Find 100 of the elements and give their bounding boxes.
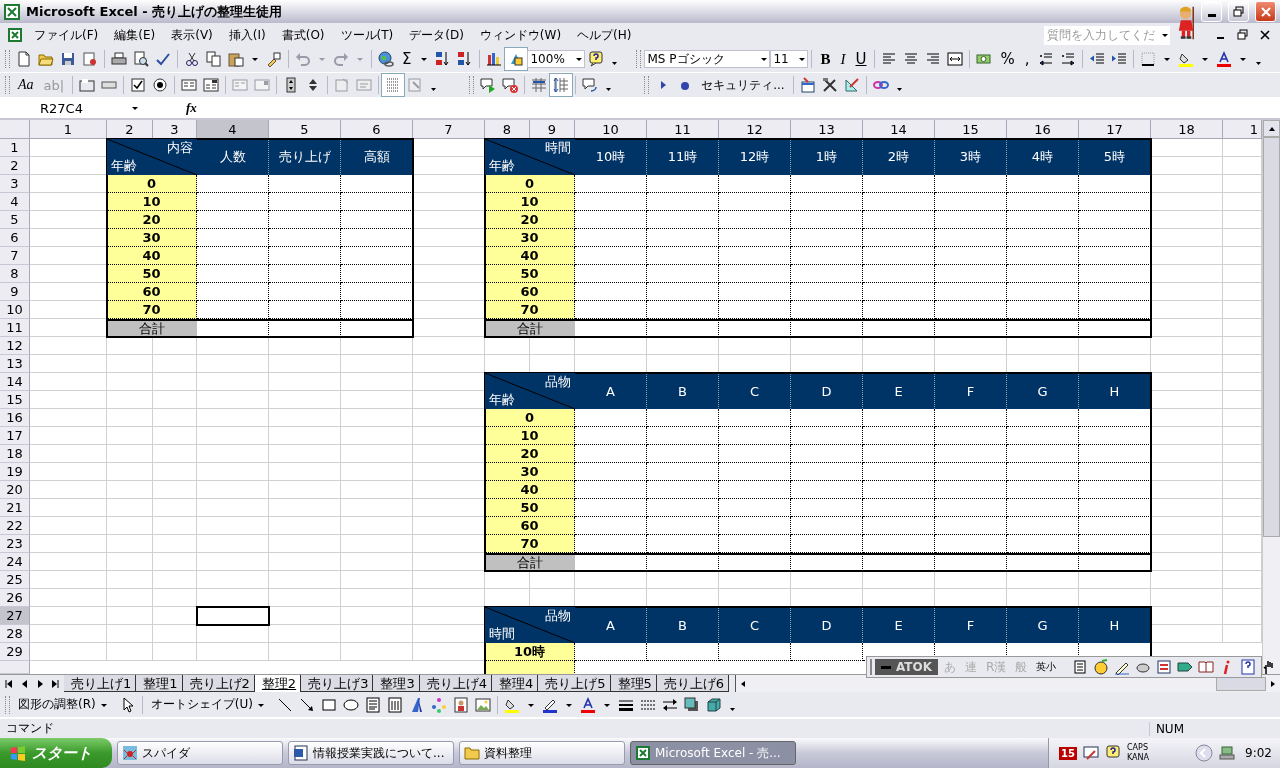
menu-item[interactable]: 表示(V) <box>163 24 221 46</box>
column-heading: H <box>1079 373 1151 410</box>
row-header[interactable]: 19 <box>0 463 30 482</box>
row-label: 30 <box>485 463 575 482</box>
row-label: 50 <box>485 265 575 284</box>
column-header[interactable]: 7 <box>413 120 485 140</box>
row-label: 60 <box>485 283 575 302</box>
row-header[interactable]: 22 <box>0 517 30 536</box>
row-header[interactable]: 5 <box>0 211 30 230</box>
row-header[interactable]: 27 <box>0 607 30 626</box>
menu-item[interactable]: データ(D) <box>401 24 472 46</box>
column-axis-label: 品物 <box>545 373 571 392</box>
function-button[interactable]: fx <box>186 100 197 117</box>
sheet-tab[interactable]: 整理3 <box>373 675 420 693</box>
row-header[interactable]: 11 <box>0 319 30 338</box>
row-label: 60 <box>485 517 575 536</box>
row-header[interactable]: 28 <box>0 625 30 644</box>
row-header[interactable]: 12 <box>0 337 30 356</box>
percent-button[interactable]: % <box>995 48 1020 71</box>
column-header[interactable]: 1 <box>1223 120 1262 140</box>
sheet-tab[interactable]: 整理1 <box>136 675 183 693</box>
row-header[interactable]: 7 <box>0 247 30 266</box>
row-label: 20 <box>107 211 197 230</box>
row-label: 40 <box>107 247 197 266</box>
row-header[interactable]: 2 <box>0 157 30 176</box>
row-header[interactable]: 3 <box>0 175 30 194</box>
column-heading: 3時 <box>935 139 1007 176</box>
row-header[interactable]: 15 <box>0 391 30 410</box>
column-heading: D <box>791 373 863 410</box>
column-header[interactable]: 1 <box>30 120 107 140</box>
column-heading: F <box>935 373 1007 410</box>
menu-item[interactable]: 挿入(I) <box>220 24 274 46</box>
row-header[interactable]: 18 <box>0 445 30 464</box>
row-header[interactable]: 9 <box>0 283 30 302</box>
window-title: Microsoft Excel - 売り上げの整理生徒用 <box>26 2 284 21</box>
font-size-box[interactable]: 11 <box>770 50 809 69</box>
row-label: 40 <box>485 481 575 500</box>
status-text: コマンド <box>6 720 54 737</box>
security-button[interactable]: セキュリティ... <box>696 74 790 96</box>
row-header[interactable]: 16 <box>0 409 30 428</box>
caps-indicator: CAPS <box>1127 743 1149 753</box>
underline-button[interactable]: U <box>850 48 872 71</box>
sheet-tab[interactable]: 売り上げ6 <box>656 675 730 693</box>
zoom-box[interactable]: 100% <box>527 50 586 69</box>
comma-button[interactable]: , <box>1019 48 1035 71</box>
row-header[interactable]: 13 <box>0 355 30 374</box>
draw-menu[interactable]: 図形の調整(R) <box>13 693 117 716</box>
menu-item[interactable]: ウィンドウ(W) <box>471 24 570 46</box>
row-header[interactable]: 21 <box>0 499 30 518</box>
name-box[interactable]: R27C4 <box>0 100 140 117</box>
row-header[interactable]: 8 <box>0 265 30 284</box>
menu-item[interactable]: ツール(T) <box>332 24 402 46</box>
row-header[interactable]: 14 <box>0 373 30 392</box>
taskbar-button[interactable]: 情報授業実践について... <box>288 741 454 765</box>
sheet-tab[interactable]: 売り上げ1 <box>64 675 137 693</box>
taskbar-button[interactable]: スパイダ <box>117 741 283 765</box>
row-label: 20 <box>485 211 575 230</box>
row-header[interactable]: 6 <box>0 229 30 248</box>
sheet-tab[interactable]: 売り上げ5 <box>538 675 611 693</box>
column-heading: 2時 <box>863 139 935 176</box>
total-label: 合計 <box>485 553 575 572</box>
sheet-tab[interactable]: 整理4 <box>491 675 539 693</box>
atok-tray-button[interactable]: 15 <box>1059 746 1077 760</box>
menu-item[interactable]: 書式(O) <box>273 24 333 46</box>
row-header[interactable]: 17 <box>0 427 30 446</box>
menu-item[interactable]: ファイル(F) <box>26 24 107 46</box>
sheet-tab[interactable]: 売り上げ2 <box>182 675 255 693</box>
row-header[interactable]: 29 <box>0 643 30 662</box>
label-button[interactable]: Aa <box>13 74 39 96</box>
row-label: 0 <box>107 175 197 194</box>
row-header[interactable]: 23 <box>0 535 30 554</box>
row-label: 0 <box>485 175 575 194</box>
sheet-tab[interactable]: 売り上げ4 <box>419 675 492 693</box>
autosum-button[interactable]: Σ <box>397 48 417 71</box>
row-header[interactable]: 24 <box>0 553 30 572</box>
row-header[interactable]: 25 <box>0 571 30 590</box>
row-label: 70 <box>485 301 575 320</box>
column-heading: B <box>647 607 719 644</box>
row-header[interactable]: 10 <box>0 301 30 320</box>
sheet-tab[interactable]: 売り上げ3 <box>301 675 374 693</box>
menu-item[interactable]: 編集(E) <box>106 24 164 46</box>
row-axis-label: 年齢 <box>489 391 515 410</box>
italic-button[interactable]: I <box>835 48 851 71</box>
autoshapes-menu[interactable]: オートシェイプ(U) <box>145 693 274 716</box>
row-header[interactable]: 1 <box>0 139 30 158</box>
font-box[interactable]: MS Pゴシック <box>644 50 771 69</box>
row-header[interactable]: 4 <box>0 193 30 212</box>
total-label: 合計 <box>107 319 197 338</box>
row-label: 20 <box>485 445 575 464</box>
column-header[interactable]: 18 <box>1151 120 1223 140</box>
row-header[interactable]: 26 <box>0 589 30 608</box>
sheet-tab[interactable]: 整理5 <box>610 675 657 693</box>
sheet-tab[interactable]: 整理2 <box>254 675 302 693</box>
start-button[interactable]: スタート <box>0 738 112 768</box>
column-heading: 人数 <box>197 139 269 176</box>
bold-button[interactable]: B <box>815 48 836 71</box>
menu-item[interactable]: ヘルプ(H) <box>569 24 640 46</box>
column-axis-label: 内容 <box>167 139 193 158</box>
row-header[interactable]: 20 <box>0 481 30 500</box>
taskbar-button[interactable]: 資料整理 <box>459 741 625 765</box>
